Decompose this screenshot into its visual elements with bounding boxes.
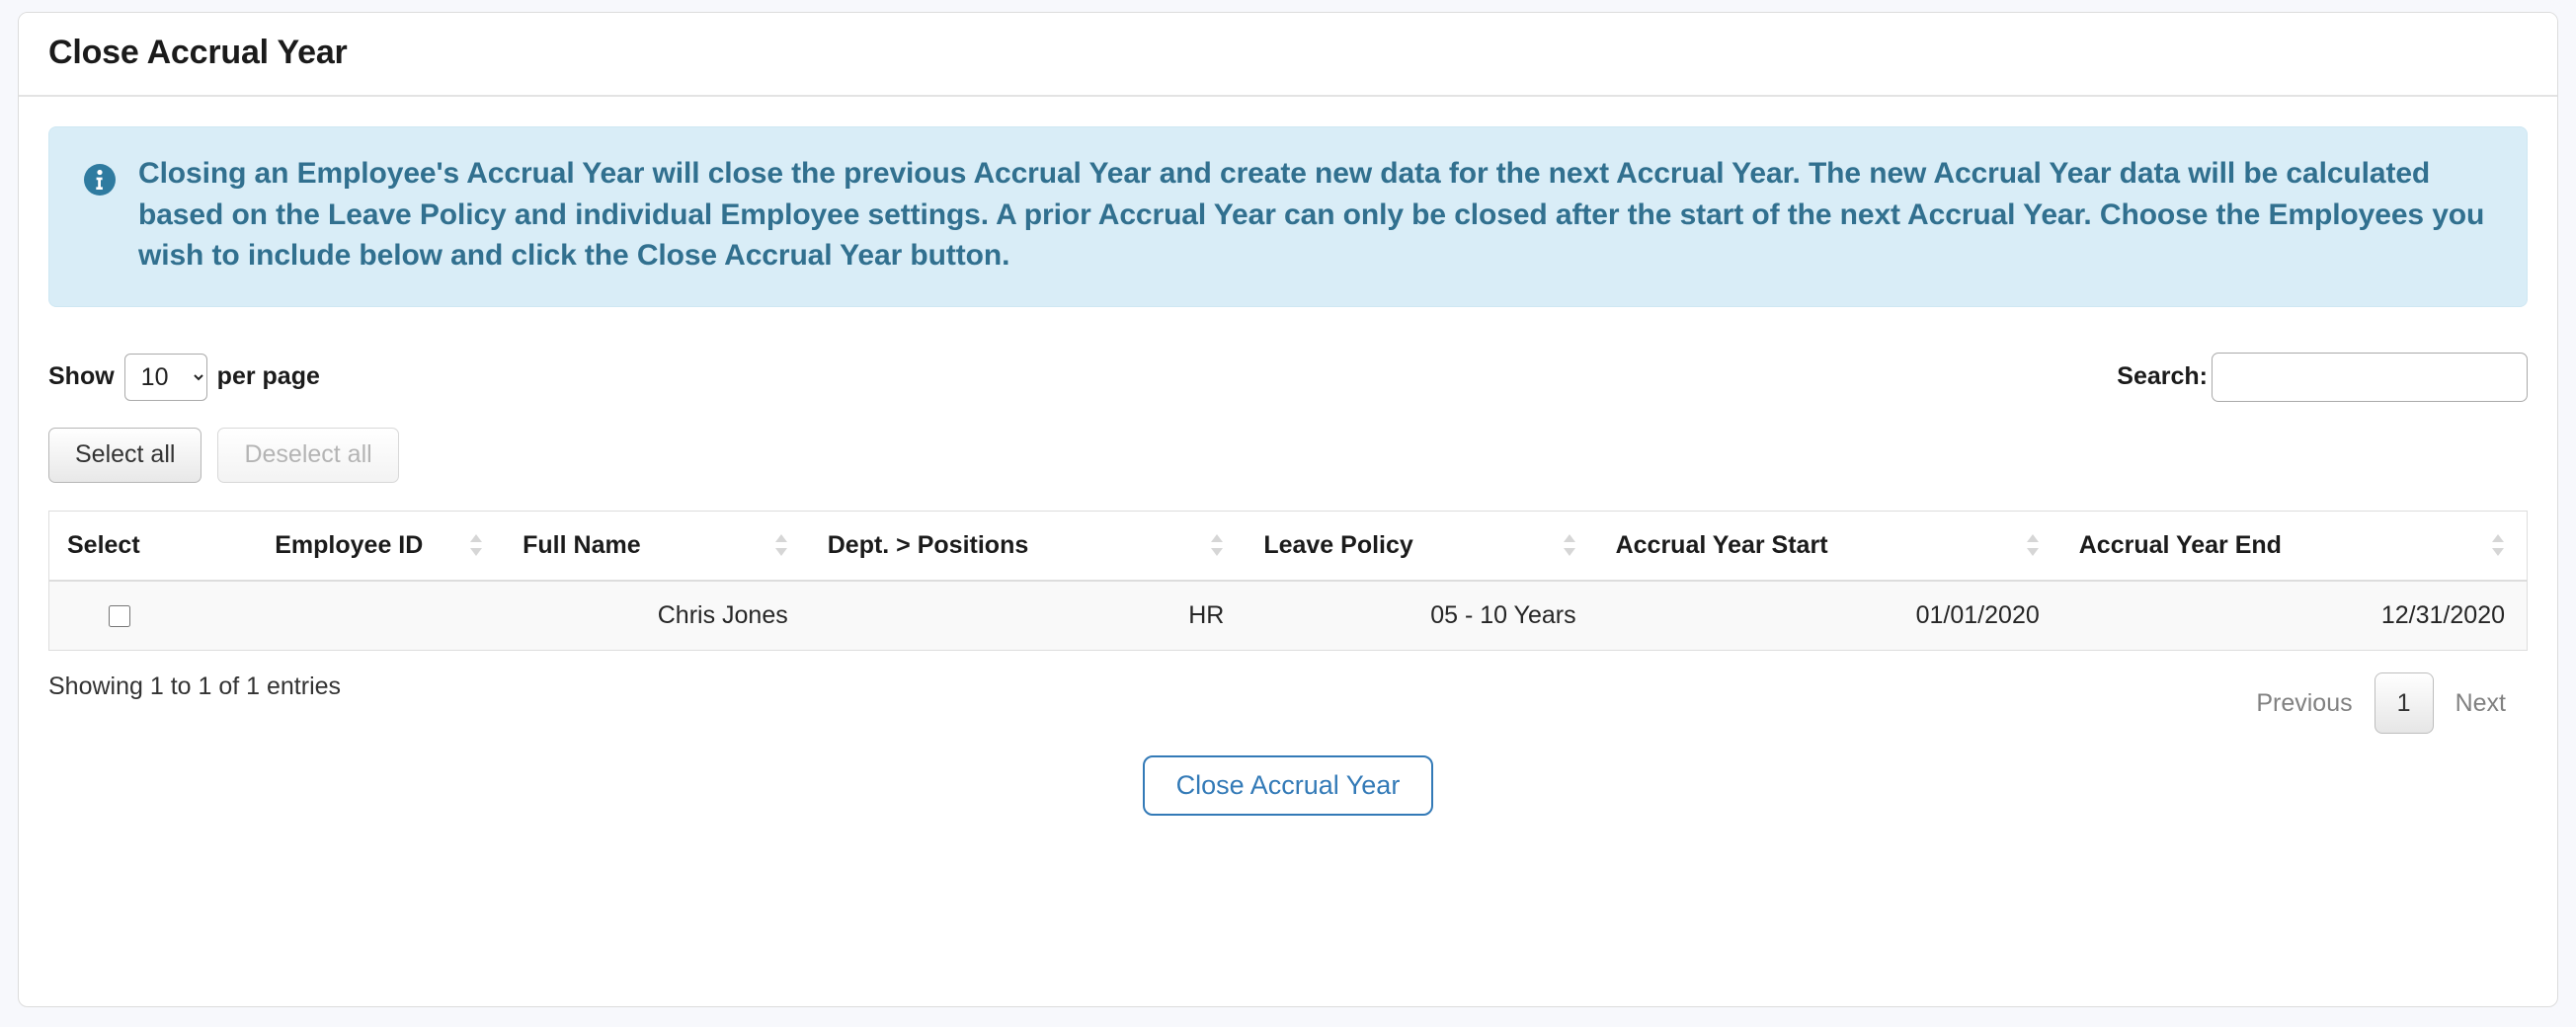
column-header-leave-policy[interactable]: Leave Policy	[1246, 511, 1598, 582]
page-length-control: Show 102550100 per page	[48, 353, 320, 401]
search-label: Search:	[2117, 362, 2208, 391]
page-root: Close Accrual Year Closing an Employee's…	[0, 0, 2576, 1027]
select-all-button[interactable]: Select all	[48, 427, 202, 483]
row-select-checkbox[interactable]	[109, 604, 130, 627]
entries-info: Showing 1 to 1 of 1 entries	[48, 672, 342, 700]
cell-accrual-year-start: 01/01/2020	[1597, 580, 2061, 651]
sort-arrows-icon[interactable]	[469, 532, 483, 558]
column-label-employee-id: Employee ID	[275, 530, 424, 559]
info-alert: Closing an Employee's Accrual Year will …	[48, 126, 2528, 307]
sort-arrows-icon[interactable]	[2491, 532, 2505, 558]
column-header-select: Select	[48, 511, 258, 582]
card-body: Closing an Employee's Accrual Year will …	[19, 97, 2557, 845]
table-row: Chris Jones HR 05 - 10 Years 01/01/2020 …	[48, 580, 2528, 651]
pagination: Previous 1 Next	[2234, 672, 2528, 734]
search-control: Search:	[2117, 352, 2528, 402]
sort-arrows-icon[interactable]	[1563, 532, 1576, 558]
table-header-row: Select Employee ID Full Name Dept. > Pos…	[48, 511, 2528, 582]
column-label-dept-positions: Dept. > Positions	[827, 530, 1029, 559]
info-circle-icon	[83, 163, 117, 197]
pagination-next[interactable]: Next	[2434, 673, 2528, 733]
selection-buttons: Select all Deselect all	[48, 427, 2528, 483]
close-accrual-year-card: Close Accrual Year Closing an Employee's…	[18, 12, 2558, 1007]
column-label-accrual-year-start: Accrual Year Start	[1615, 530, 1828, 559]
sort-arrows-icon[interactable]	[774, 532, 788, 558]
page-title: Close Accrual Year	[48, 34, 348, 71]
cell-employee-id	[257, 580, 506, 651]
table-footer: Showing 1 to 1 of 1 entries Previous 1 N…	[48, 672, 2528, 734]
cell-select	[48, 580, 258, 651]
search-input[interactable]	[2212, 352, 2528, 402]
cell-full-name: Chris Jones	[505, 580, 810, 651]
per-page-label: per page	[216, 362, 320, 391]
pagination-page-1[interactable]: 1	[2374, 672, 2434, 734]
table-body: Chris Jones HR 05 - 10 Years 01/01/2020 …	[48, 580, 2528, 651]
sort-arrows-icon[interactable]	[2026, 532, 2040, 558]
column-label-select: Select	[67, 530, 140, 559]
deselect-all-button[interactable]: Deselect all	[217, 427, 399, 483]
column-header-accrual-year-start[interactable]: Accrual Year Start	[1597, 511, 2061, 582]
cell-dept-positions: HR	[809, 580, 1247, 651]
table-controls: Show 102550100 per page Search:	[48, 352, 2528, 402]
column-header-full-name[interactable]: Full Name	[505, 511, 810, 582]
employees-table: Select Employee ID Full Name Dept. > Pos…	[48, 510, 2528, 651]
sort-arrows-icon[interactable]	[1210, 532, 1224, 558]
action-row: Close Accrual Year	[48, 754, 2528, 846]
cell-accrual-year-end: 12/31/2020	[2060, 580, 2528, 651]
column-label-full-name: Full Name	[523, 530, 641, 559]
card-header: Close Accrual Year	[19, 13, 2557, 98]
close-accrual-year-button[interactable]: Close Accrual Year	[1142, 754, 1434, 817]
column-label-accrual-year-end: Accrual Year End	[2078, 530, 2282, 559]
cell-leave-policy: 05 - 10 Years	[1246, 580, 1598, 651]
table-header: Select Employee ID Full Name Dept. > Pos…	[48, 511, 2528, 582]
column-header-dept-positions[interactable]: Dept. > Positions	[809, 511, 1247, 582]
page-length-select[interactable]: 102550100	[123, 353, 207, 401]
pagination-previous[interactable]: Previous	[2234, 673, 2374, 733]
show-label: Show	[48, 362, 115, 391]
column-label-leave-policy: Leave Policy	[1263, 530, 1413, 559]
column-header-employee-id[interactable]: Employee ID	[257, 511, 506, 582]
info-alert-message: Closing an Employee's Accrual Year will …	[138, 157, 2485, 273]
column-header-accrual-year-end[interactable]: Accrual Year End	[2060, 511, 2528, 582]
